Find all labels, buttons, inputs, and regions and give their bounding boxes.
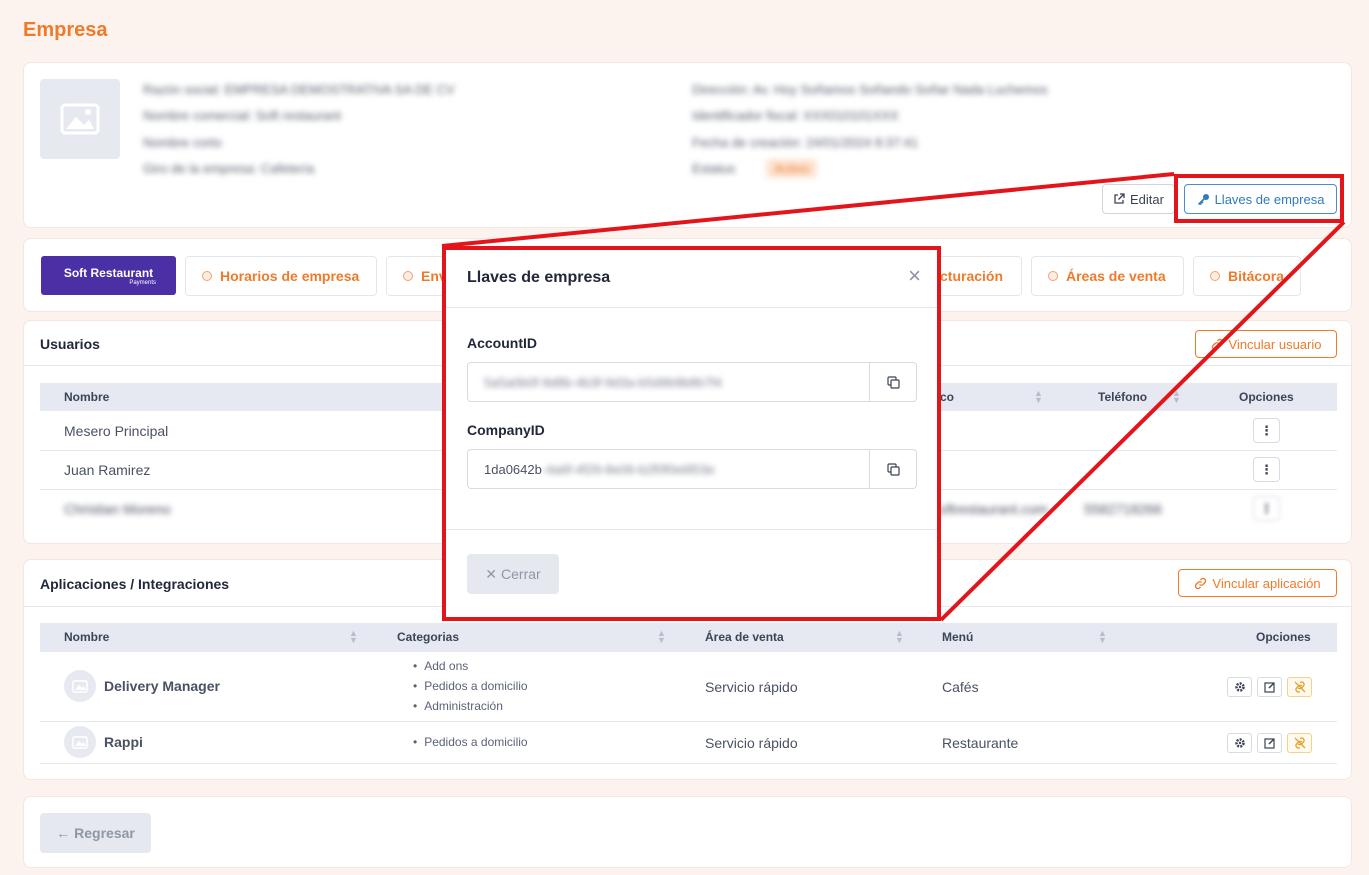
gear-icon [1234,738,1245,748]
app-categories: Pedidos a domicilio [413,732,527,752]
tab-label: Horarios de empresa [220,268,360,284]
unlink-app-button[interactable] [1287,677,1312,697]
back-button[interactable]: ← Regresar [40,813,151,853]
app-area: Servicio rápido [705,735,798,751]
row-options-button[interactable]: ⋮ [1253,496,1280,521]
link-app-button[interactable]: Vincular aplicación [1178,569,1337,597]
row-divider [40,721,1337,722]
company-created-at: Fecha de creación: 24/01/2024 8:37:41 [692,135,919,150]
app-name: Delivery Manager [104,678,220,694]
col-options: Opciones [1239,390,1294,404]
app-avatar [64,726,96,758]
row-options-button[interactable]: ⋮ [1253,418,1280,443]
sort-icon[interactable]: ▲ ▼ [895,629,904,645]
col-menu[interactable]: Menú [942,630,973,644]
category-item: Administración [413,696,528,716]
category-item: Pedidos a domicilio [413,732,527,752]
external-link-icon [1114,193,1125,204]
footer-card: ← Regresar [23,796,1352,868]
keys-button-highlight-frame [1174,174,1344,223]
dot-icon [202,271,212,281]
edit-icon [1263,738,1275,749]
apps-title: Aplicaciones / Integraciones [40,576,230,592]
dot-icon [403,271,413,281]
app-area: Servicio rápido [705,679,798,695]
soft-restaurant-logo[interactable]: Soft Restaurant Payments [41,256,176,295]
sort-icon[interactable]: ▲ ▼ [657,629,666,645]
sort-icon[interactable]: ▲ ▼ [349,629,358,645]
edit-app-button[interactable] [1257,677,1282,697]
page-title: Empresa [23,19,108,41]
edit-icon [1263,682,1275,693]
category-item: Pedidos a domicilio [413,676,527,696]
user-phone: 5582718266 [1084,501,1162,517]
image-placeholder-icon [72,735,88,749]
user-name: Mesero Principal [64,423,169,439]
app-name: Rappi [104,734,143,750]
link-app-label: Vincular aplicación [1212,575,1321,591]
app-categories: Add ons Pedidos a domicilio Administraci… [413,656,528,716]
user-name: Christian Moreno [64,501,171,517]
settings-button[interactable] [1227,733,1252,753]
unlink-icon [1294,681,1305,693]
image-placeholder-icon [72,679,88,693]
company-trade-name: Nombre comercial: Soft restaurant [143,108,341,123]
company-card: Razón social: EMPRESA DEMOSTRATIVA SA DE… [23,62,1352,228]
row-options-button[interactable]: ⋮ [1253,457,1280,482]
link-user-label: Vincular usuario [1228,336,1322,352]
company-tax-id: Identificador fiscal: XXX010101XXX [692,108,899,123]
tab-horarios[interactable]: Horarios de empresa [185,256,377,296]
gear-icon [1234,682,1245,692]
user-name: Juan Ramirez [64,462,151,478]
col-options: Opciones [1256,630,1311,644]
sort-icon[interactable]: ▲ ▼ [1098,629,1107,645]
col-email[interactable]: co [940,390,954,404]
company-legal-name: Razón social: EMPRESA DEMOSTRATIVA SA DE… [143,82,455,97]
company-address: Dirección: Av. Hoy Soñamos Soñando Soñar… [692,82,1048,97]
col-categories[interactable]: Categorias [397,630,459,644]
app-menu: Cafés [942,679,979,695]
company-logo [40,79,120,159]
link-icon [1211,338,1223,350]
company-short-name: Nombre corto [143,135,222,150]
category-item: Add ons [413,656,528,676]
link-icon [1195,577,1207,589]
tab-areas-venta[interactable]: Áreas de venta [1031,256,1184,296]
dot-icon [1048,271,1058,281]
link-user-button[interactable]: Vincular usuario [1195,330,1337,358]
tab-label: cturación [940,268,1004,284]
settings-button[interactable] [1227,677,1252,697]
users-title: Usuarios [40,336,100,352]
logo-subtext: Payments [129,279,156,286]
modal-highlight-frame [442,246,941,621]
sort-icon[interactable]: ▲ ▼ [1034,389,1043,405]
apps-table-header: Nombre ▲ ▼ Categorias ▲ ▼ Área de venta ▲ ▼… [40,623,1337,652]
edit-button-label: Editar [1130,191,1164,207]
col-area[interactable]: Área de venta [705,630,784,644]
col-name[interactable]: Nombre [64,390,109,404]
unlink-icon [1294,737,1305,749]
app-avatar [64,670,96,702]
image-placeholder-icon [60,103,100,135]
tab-bitacora[interactable]: Bitácora [1193,256,1301,296]
dot-icon [1210,271,1220,281]
edit-app-button[interactable] [1257,733,1282,753]
app-menu: Restaurante [942,735,1019,751]
row-divider [40,763,1337,764]
edit-button[interactable]: Editar [1102,184,1175,214]
company-business-type: Giro de la empresa: Cafetería [143,161,315,176]
back-label: Regresar [74,825,135,841]
logo-text: Soft Restaurant [63,265,154,280]
tab-label: Bitácora [1227,268,1284,284]
unlink-app-button[interactable] [1287,733,1312,753]
sort-icon[interactable]: ▲ ▼ [1172,389,1181,405]
col-name[interactable]: Nombre [64,630,109,644]
tab-label: Áreas de venta [1066,268,1166,284]
company-status-label: Estatus [692,161,736,176]
col-phone[interactable]: Teléfono [1098,390,1147,404]
status-badge: Activo [766,159,818,178]
user-email: nsoftrestaurant.com [924,501,1048,517]
arrow-left-icon: ← [56,825,71,841]
